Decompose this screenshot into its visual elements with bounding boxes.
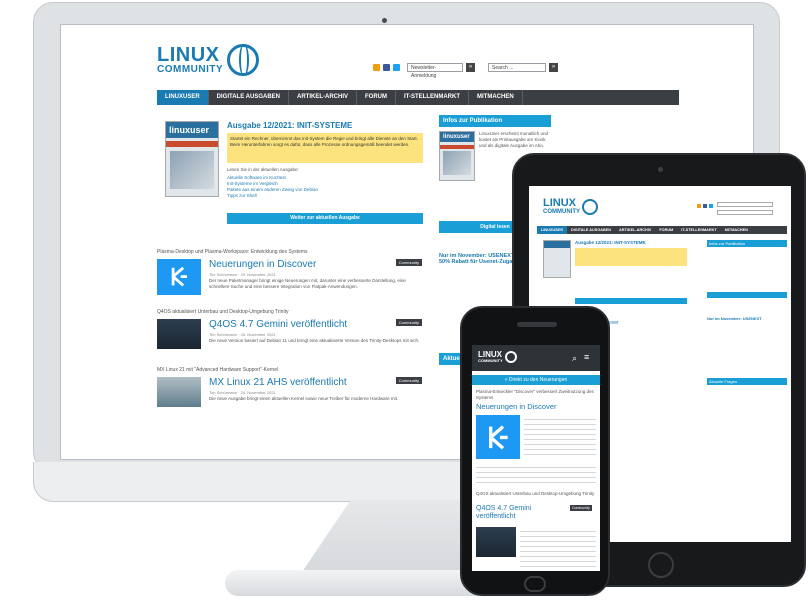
rss-icon[interactable] [373, 64, 380, 71]
current-issue-button[interactable]: Weiter zur aktuellen Ausgabe [227, 213, 423, 224]
rss-icon[interactable] [697, 204, 701, 208]
article-thumbnail[interactable] [157, 377, 201, 407]
tablet-nav-item[interactable]: LINUXUSER [537, 226, 567, 234]
issue-bullet-list: Aktuelle Software im Kurztest Init-Syste… [227, 175, 318, 199]
twitter-icon[interactable] [393, 64, 400, 71]
cover-brand: linuxuser [166, 122, 218, 138]
camera-icon [382, 18, 387, 23]
article-tag[interactable]: Community [395, 319, 422, 326]
phone-header: LINUX COMMUNITY ⌕ ≡ [472, 345, 600, 371]
tablet-yellowbox [575, 248, 687, 266]
search-go-button[interactable]: » [549, 63, 558, 72]
twitter-icon[interactable] [709, 204, 713, 208]
article-title[interactable]: Q4OS 4.7 Gemini veröffentlicht [209, 319, 347, 330]
issue-lesen-sie: Lesen Sie in der aktuellen Ausgabe: [227, 167, 299, 172]
sidebar-publication-header: Infos zur Publikation [439, 115, 551, 127]
phone-home-button[interactable] [524, 576, 546, 592]
sidebar-publication-text: LinuxUser erscheint monatlich und kostet… [479, 131, 549, 148]
tablet-digital-button[interactable] [707, 292, 787, 298]
facebook-icon[interactable] [703, 204, 707, 208]
phone-article2-kicker: Q4OS aktualisiert Unterbau und Desktop-U… [476, 491, 595, 496]
article-thumbnail[interactable] [157, 319, 201, 349]
article-meta: Tim Schürmann · 26. November 2021 [209, 332, 276, 337]
phone-device: LINUX COMMUNITY ⌕ ≡ » Direkt zu den Neue… [460, 306, 610, 596]
article-title[interactable]: MX Linux 21 AHS veröffentlicht [209, 377, 347, 388]
tablet-issue-cover[interactable] [543, 240, 571, 278]
tablet-questions-header: Aktuelle Fragen [707, 378, 787, 385]
nav-item-mitmachen[interactable]: MITMACHEN [469, 90, 523, 105]
phone-screen: LINUX COMMUNITY ⌕ ≡ » Direkt zu den Neue… [472, 345, 600, 571]
tablet-newsletter-field[interactable] [717, 202, 773, 207]
tablet-usenext-title[interactable]: Nur im November: USENEXT [707, 316, 787, 321]
globe-logo-icon [582, 198, 598, 215]
article-teaser: Die neue Ausgabe bringt einen aktuellen … [209, 396, 399, 401]
article-meta: Tim Schürmann · 24. November 2021 [209, 390, 276, 395]
nav-item-forum[interactable]: FORUM [357, 90, 397, 105]
article-teaser: Die neue Version basiert auf Debian 11 u… [209, 338, 420, 343]
phone-article-tag[interactable]: Community [570, 505, 592, 511]
phone-article-teaser [524, 415, 596, 459]
article-tag[interactable]: Community [395, 259, 422, 266]
newsletter-field[interactable]: Newsletter-Anmeldung [407, 63, 463, 79]
newsletter-go-button[interactable]: » [466, 63, 475, 72]
tablet-issue-title[interactable]: Ausgabe 12/2021: INIT-SYSTEME [575, 240, 646, 245]
search-input[interactable]: Search ... [488, 63, 546, 72]
search-icon[interactable]: ⌕ [572, 353, 577, 364]
header-tools: Newsletter-Anmeldung » Search ... » [373, 63, 558, 79]
article-teaser: Der neue Paketmanager bringt einige Neue… [209, 278, 406, 289]
phone-article2-teaser [520, 527, 596, 567]
article-title[interactable]: Neuerungen in Discover [209, 259, 316, 270]
tablet-issue-button[interactable] [575, 298, 687, 304]
site-logo[interactable]: LINUX COMMUNITY [157, 43, 260, 77]
phone-article-title[interactable]: Neuerungen in Discover [476, 402, 556, 411]
tablet-home-button[interactable] [648, 552, 674, 578]
phone-article-more [476, 463, 596, 487]
nav-item-linuxuser[interactable]: LINUXUSER [157, 90, 209, 105]
tablet-nav-item[interactable]: MITMACHEN [721, 226, 752, 234]
facebook-icon[interactable] [383, 64, 390, 71]
globe-logo-icon [504, 351, 517, 363]
tablet-nav-item[interactable]: FORUM [655, 226, 677, 234]
issue-bullet[interactable]: Tipps zur Shell [227, 193, 318, 199]
tablet-camera-icon [658, 167, 663, 172]
phone-banner[interactable]: » Direkt zu den Neuerungen [472, 375, 600, 385]
article-tag[interactable]: Community [395, 377, 422, 384]
globe-logo-icon [227, 44, 260, 76]
tablet-logo[interactable]: LINUX COMMUNITY [543, 198, 598, 215]
article-meta: Tim Schürmann · 29. November 2021 [209, 272, 276, 277]
phone-article-thumbnail[interactable] [476, 527, 516, 557]
phone-article2-title[interactable]: Q4OS 4.7 Gemini veröffentlicht [476, 505, 556, 521]
article-row: Q4OS aktualisiert Unterbau und Desktop-U… [157, 309, 422, 357]
tablet-nav-item[interactable]: IT-STELLENMARKT [677, 226, 720, 234]
phone-speaker [517, 322, 557, 327]
article-row: Plasma-Desktop und Plasma-Workspace: Ent… [157, 249, 422, 301]
tablet-search-input[interactable] [717, 210, 773, 215]
phone-logo[interactable]: LINUX COMMUNITY [478, 351, 517, 363]
article-kicker: Q4OS aktualisiert Unterbau und Desktop-U… [157, 309, 289, 315]
nav-item-digitale-ausgaben[interactable]: DIGITALE AUSGABEN [209, 90, 290, 105]
logo-line1: LINUX [157, 44, 220, 66]
article-kicker: Plasma-Desktop und Plasma-Workspace: Ent… [157, 249, 308, 255]
tablet-nav: LINUXUSER DIGITALE AUSGABEN ARTIKEL-ARCH… [537, 226, 787, 234]
tablet-nav-item[interactable]: ARTIKEL-ARCHIV [615, 226, 655, 234]
site-header: LINUX COMMUNITY Newsletter-Anmeldung » S… [61, 25, 753, 87]
issue-cover-image[interactable]: linuxuser [165, 121, 219, 197]
phone-article-kicker: Plasma-Entwickler "Discover" verbessert … [476, 389, 594, 400]
logo-line2: COMMUNITY [157, 64, 224, 75]
nav-item-artikel-archiv[interactable]: ARTIKEL-ARCHIV [289, 90, 358, 105]
nav-item-it-stellenmarkt[interactable]: IT-STELLENMARKT [396, 90, 470, 105]
kde-logo-icon[interactable] [476, 415, 520, 459]
issue-intro: Startet ein Rechner, übernimmt das Init-… [227, 133, 423, 163]
tablet-sidebar-header: Infos zur Publikation [707, 240, 787, 247]
tablet-nav-item[interactable]: DIGITALE AUSGABEN [567, 226, 615, 234]
article-row: MX Linux 21 mit "Advanced Hardware Suppo… [157, 367, 422, 427]
kde-logo-icon[interactable] [157, 259, 201, 295]
article-kicker: MX Linux 21 mit "Advanced Hardware Suppo… [157, 367, 279, 373]
sidebar-cover-image[interactable]: linuxuser [439, 131, 475, 181]
device-mockup-scene: LINUX COMMUNITY Newsletter-Anmeldung » S… [0, 0, 810, 602]
hamburger-menu-icon[interactable]: ≡ [584, 352, 589, 362]
main-nav: LINUXUSER DIGITALE AUSGABEN ARTIKEL-ARCH… [157, 90, 679, 105]
issue-title[interactable]: Ausgabe 12/2021: INIT-SYSTEME [227, 121, 352, 130]
